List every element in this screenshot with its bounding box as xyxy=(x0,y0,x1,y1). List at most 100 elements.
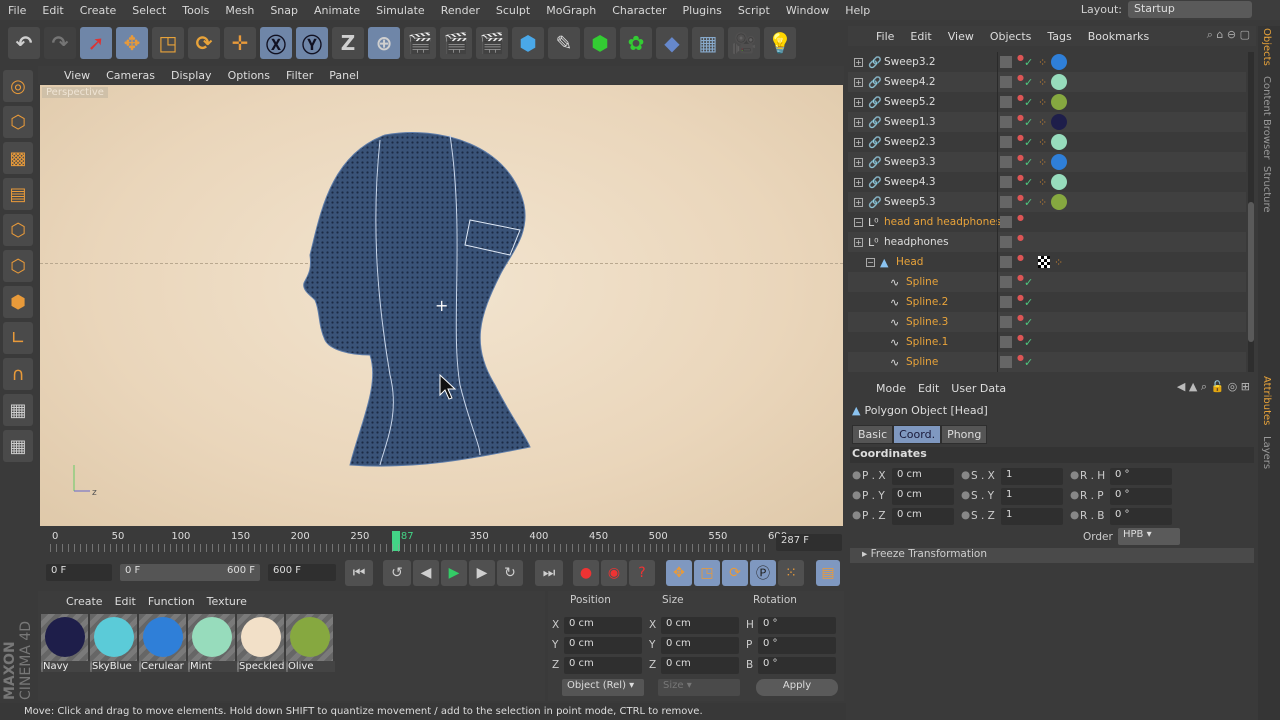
layout-selector[interactable]: Layout: Startup xyxy=(1081,1,1252,18)
render-picture-viewer-button[interactable]: 🎬 xyxy=(440,27,472,59)
pen-spline-button[interactable]: ✎ xyxy=(548,27,580,59)
layer-toggle-icon[interactable] xyxy=(1000,336,1012,348)
object-menu-objects[interactable]: Objects xyxy=(982,30,1040,43)
record-keys-button[interactable]: ● xyxy=(573,560,599,586)
viewport-menu-panel[interactable]: Panel xyxy=(321,69,367,82)
object-menu-view[interactable]: View xyxy=(940,30,982,43)
visibility-dots-icon[interactable]: ● xyxy=(1017,153,1024,162)
layer-toggle-icon[interactable] xyxy=(1000,176,1012,188)
size-mode-dropdown[interactable]: Size ▾ xyxy=(658,679,740,696)
object-menu-tags[interactable]: Tags xyxy=(1039,30,1079,43)
enabled-check-icon[interactable]: ✓ xyxy=(1024,316,1033,329)
material-swatch-olive[interactable]: Olive xyxy=(286,614,335,672)
attribute-value-field[interactable]: 1 xyxy=(1001,468,1063,485)
coord-value-field[interactable]: 0 ° xyxy=(758,617,836,634)
enabled-check-icon[interactable]: ✓ xyxy=(1024,276,1033,289)
apply-button[interactable]: Apply xyxy=(756,679,838,696)
visibility-dots-icon[interactable]: ● xyxy=(1017,53,1024,62)
world-coords-button[interactable]: ⊕ xyxy=(368,27,400,59)
viewport-menu-cameras[interactable]: Cameras xyxy=(98,69,163,82)
enabled-check-icon[interactable]: ✓ xyxy=(1024,76,1033,89)
keyframe-dot-icon[interactable]: ● xyxy=(1070,489,1079,501)
phong-tag-icon[interactable]: ⁘ xyxy=(1038,56,1047,69)
key-parameter-button[interactable]: Ⓟ xyxy=(750,560,776,586)
material-swatch-mint[interactable]: Mint xyxy=(188,614,237,672)
expand-toggle-icon[interactable]: + xyxy=(854,97,863,107)
play-button[interactable]: ▶ xyxy=(441,560,467,586)
subdivision-button[interactable]: ⬢ xyxy=(584,27,616,59)
menu-simulate[interactable]: Simulate xyxy=(368,4,433,17)
rotate-tool-button[interactable]: ⟳ xyxy=(188,27,220,59)
layer-toggle-icon[interactable] xyxy=(1000,316,1012,328)
object-row[interactable]: ∿ Spline.3 ● ✓ xyxy=(848,312,1246,332)
object-row[interactable]: ∿ Spline ● ✓ xyxy=(848,352,1246,372)
workplane-button[interactable]: ▤ xyxy=(3,178,33,210)
enabled-check-icon[interactable]: ✓ xyxy=(1024,56,1033,69)
axis-mode-button[interactable]: ∟ xyxy=(3,322,33,354)
keyframe-dot-icon[interactable]: ● xyxy=(961,489,970,501)
object-row[interactable]: + 🔗 Sweep3.3 ● ✓ ⁘ xyxy=(848,152,1246,172)
timeline-window-button[interactable]: ▤ xyxy=(816,560,840,586)
layer-toggle-icon[interactable] xyxy=(1000,196,1012,208)
visibility-dots-icon[interactable]: ● xyxy=(1017,73,1024,82)
material-tag-icon[interactable] xyxy=(1051,174,1068,190)
coord-value-field[interactable]: 0 cm xyxy=(564,617,642,634)
object-menu-edit[interactable]: Edit xyxy=(902,30,939,43)
coord-value-field[interactable]: 0 cm xyxy=(661,617,739,634)
key-position-button[interactable]: ✥ xyxy=(666,560,692,586)
visibility-dots-icon[interactable]: ● xyxy=(1017,173,1024,182)
head-mesh[interactable]: + z xyxy=(40,85,843,526)
expand-toggle-icon[interactable]: + xyxy=(854,197,863,207)
previous-frame-button[interactable]: ◀ xyxy=(413,560,439,586)
go-to-end-button[interactable]: ⏭ xyxy=(535,560,563,586)
material-menu-function[interactable]: Function xyxy=(142,595,201,608)
menu-render[interactable]: Render xyxy=(433,4,488,17)
render-settings-button[interactable]: 🎬 xyxy=(476,27,508,59)
select-tool-button[interactable]: ➚ xyxy=(80,27,112,59)
menu-create[interactable]: Create xyxy=(72,4,125,17)
menu-window[interactable]: Window xyxy=(778,4,837,17)
expand-toggle-icon[interactable]: + xyxy=(854,117,863,127)
object-row[interactable]: + 🔗 Sweep3.2 ● ✓ ⁘ xyxy=(848,52,1246,72)
layer-toggle-icon[interactable] xyxy=(1000,256,1012,268)
attribute-value-field[interactable]: 0 ° xyxy=(1110,508,1172,525)
layer-toggle-icon[interactable] xyxy=(1000,216,1012,228)
enabled-check-icon[interactable]: ✓ xyxy=(1024,156,1033,169)
object-row[interactable]: ∿ Spline ● ✓ xyxy=(848,272,1246,292)
phong-tag-icon[interactable]: ⁘ xyxy=(1038,156,1047,169)
menu-mesh[interactable]: Mesh xyxy=(217,4,262,17)
layer-toggle-icon[interactable] xyxy=(1000,96,1012,108)
layer-toggle-icon[interactable] xyxy=(1000,276,1012,288)
texture-mode-button[interactable]: ▩ xyxy=(3,142,33,174)
cube-button[interactable]: ⬢ xyxy=(512,27,544,59)
side-tab-structure[interactable]: Structure xyxy=(1261,166,1272,213)
object-manager-scrollbar[interactable] xyxy=(1248,52,1254,372)
enabled-check-icon[interactable]: ✓ xyxy=(1024,176,1033,189)
tab-basic[interactable]: Basic xyxy=(852,425,894,444)
menu-help[interactable]: Help xyxy=(837,4,878,17)
go-to-start-button[interactable]: ⏮ xyxy=(345,560,373,586)
keyframe-dot-icon[interactable]: ● xyxy=(852,469,861,481)
material-swatch-speckled[interactable]: Speckled xyxy=(237,614,286,672)
object-row[interactable]: − ▲ Head ● ⁘ xyxy=(848,252,1246,272)
object-menu-file[interactable]: File xyxy=(868,30,902,43)
deformer-button[interactable]: ◆ xyxy=(656,27,688,59)
viewport-menu-options[interactable]: Options xyxy=(220,69,278,82)
object-row[interactable]: + 🔗 Sweep2.3 ● ✓ ⁘ xyxy=(848,132,1246,152)
redo-button[interactable]: ↷ xyxy=(44,27,76,59)
visibility-dots-icon[interactable]: ● xyxy=(1017,253,1024,262)
side-tab-attributes[interactable]: Attributes xyxy=(1261,376,1272,425)
texture-tag-icon[interactable] xyxy=(1038,256,1050,268)
snap-button[interactable]: ∩ xyxy=(3,358,33,390)
enabled-check-icon[interactable]: ✓ xyxy=(1024,196,1033,209)
object-row[interactable]: + 🔗 Sweep5.3 ● ✓ ⁘ xyxy=(848,192,1246,212)
enabled-check-icon[interactable]: ✓ xyxy=(1024,96,1033,109)
menu-select[interactable]: Select xyxy=(124,4,174,17)
next-key-button[interactable]: ↻ xyxy=(497,560,523,586)
planar-workplane-button[interactable]: ▦ xyxy=(3,430,33,462)
attribute-menu-edit[interactable]: Edit xyxy=(912,382,945,395)
layer-toggle-icon[interactable] xyxy=(1000,136,1012,148)
visibility-dots-icon[interactable]: ● xyxy=(1017,93,1024,102)
visibility-dots-icon[interactable]: ● xyxy=(1017,193,1024,202)
attribute-value-field[interactable]: 0 ° xyxy=(1110,468,1172,485)
